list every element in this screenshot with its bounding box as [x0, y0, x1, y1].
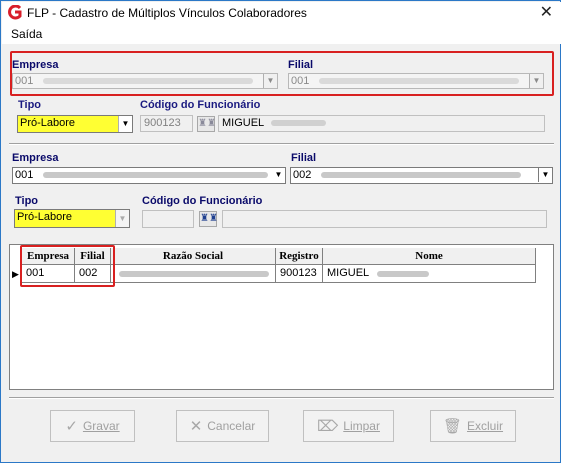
- tipo-label: Tipo: [15, 195, 39, 207]
- column-header[interactable]: Registro: [276, 248, 323, 265]
- column-header[interactable]: Razão Social: [111, 248, 276, 265]
- codigo-field[interactable]: [142, 210, 194, 228]
- binoculars-icon[interactable]: ♜♜: [197, 116, 216, 132]
- tipo-select-value: Pró-Labore: [17, 211, 73, 223]
- redacted-text: [321, 172, 521, 178]
- close-icon[interactable]: ✕: [540, 3, 553, 23]
- nome-field: MIGUEL: [218, 115, 545, 132]
- cancelar-label: Cancelar: [207, 419, 256, 433]
- tipo-select[interactable]: Pró-Labore ▼: [14, 209, 130, 228]
- redacted-text: [377, 271, 429, 277]
- tipo-label: Tipo: [18, 99, 42, 111]
- trash-icon: 🗑: [442, 418, 463, 435]
- nome-field-value: MIGUEL: [222, 117, 265, 129]
- cancel-x-icon: ✕: [189, 418, 203, 435]
- cancelar-button[interactable]: ✕ Cancelar: [176, 410, 269, 442]
- divider: [9, 143, 554, 145]
- highlight-box-grid: [20, 245, 115, 287]
- excluir-label: Excluir: [467, 419, 504, 433]
- app-logo-icon: [8, 5, 22, 20]
- chevron-down-icon[interactable]: ▼: [272, 168, 285, 182]
- tipo-select-value: Pró-Labore: [20, 117, 76, 129]
- table-cell[interactable]: [111, 265, 276, 283]
- menu-item-saida[interactable]: Saída: [11, 27, 42, 41]
- excluir-button[interactable]: 🗑 Excluir: [430, 410, 516, 442]
- binoculars-icon[interactable]: ♜♜: [199, 211, 218, 227]
- title-bar: FLP - Cadastro de Múltiplos Vínculos Col…: [2, 2, 561, 24]
- tipo-select[interactable]: Pró-Labore ▼: [17, 115, 133, 133]
- codigo-label: Código do Funcionário: [140, 99, 261, 111]
- chevron-down-icon[interactable]: ▼: [538, 168, 552, 182]
- checkmark-icon: ✓: [65, 418, 78, 435]
- eraser-icon: ⌦: [317, 418, 339, 435]
- filial-select-value: 002: [293, 169, 312, 181]
- redacted-text: [43, 172, 268, 178]
- codigo-field[interactable]: 900123: [140, 115, 193, 132]
- redacted-text: [119, 271, 269, 277]
- window-title: FLP - Cadastro de Múltiplos Vínculos Col…: [27, 6, 307, 20]
- codigo-field-value: 900123: [144, 117, 181, 129]
- filial-select[interactable]: 002 ▼: [290, 167, 553, 184]
- empresa-label: Empresa: [12, 152, 59, 164]
- limpar-button[interactable]: ⌦ Limpar: [303, 410, 394, 442]
- table-cell[interactable]: MIGUEL: [323, 265, 536, 283]
- empresa-select[interactable]: 001 ▼: [12, 167, 286, 184]
- filial-label: Filial: [291, 152, 317, 164]
- menu-bar: Saída: [2, 24, 561, 44]
- empresa-select-value: 001: [15, 169, 34, 181]
- column-header[interactable]: Nome: [323, 248, 536, 265]
- nome-field: [222, 210, 547, 228]
- app-window: FLP - Cadastro de Múltiplos Vínculos Col…: [0, 0, 561, 463]
- codigo-label: Código do Funcionário: [142, 195, 263, 207]
- gravar-label: Gravar: [82, 419, 120, 433]
- table-cell[interactable]: 900123: [276, 265, 323, 283]
- divider: [9, 397, 554, 399]
- chevron-down-icon[interactable]: ▼: [115, 210, 129, 227]
- redacted-text: [271, 120, 326, 126]
- gravar-button[interactable]: ✓ Gravar: [50, 410, 135, 442]
- table-cell-nome: MIGUEL: [327, 267, 370, 279]
- limpar-label: Limpar: [343, 419, 380, 433]
- chevron-down-icon[interactable]: ▼: [118, 116, 132, 132]
- highlight-box-top: [10, 51, 554, 96]
